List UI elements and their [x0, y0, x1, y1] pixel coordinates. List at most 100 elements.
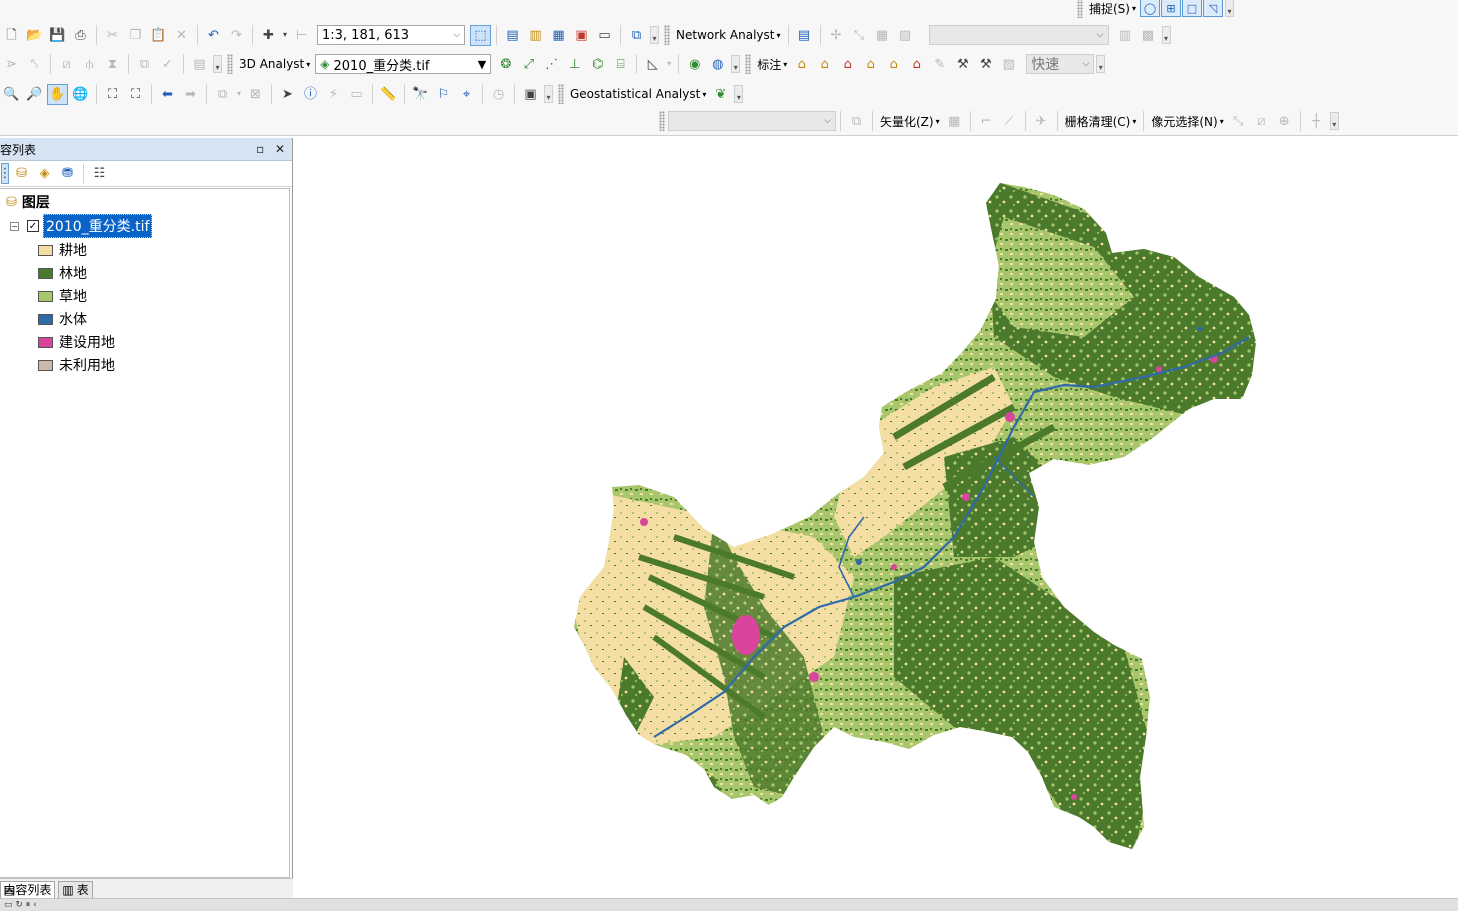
map-view[interactable] — [294, 137, 1458, 898]
legend-item[interactable]: 耕地 — [38, 239, 87, 261]
delete-icon[interactable]: ✕ — [171, 25, 192, 46]
toolbar-overflow-button[interactable]: ▾ — [1225, 0, 1234, 17]
identify-icon[interactable]: ⓘ — [300, 84, 321, 105]
toolbar-overflow-button[interactable]: ▾ — [1329, 112, 1339, 130]
search-window-icon[interactable]: ▦ — [548, 25, 569, 46]
legend-swatch[interactable] — [38, 336, 53, 348]
raster-snapping-icon[interactable]: ⧉ — [846, 111, 867, 132]
toolbar-overflow-button[interactable]: ▾ — [544, 85, 553, 103]
select-arrow-icon[interactable]: ➤ — [277, 84, 298, 105]
forward-arrow-icon[interactable]: ➡ — [180, 84, 201, 105]
toolbar-overflow-button[interactable]: ▾ — [213, 55, 222, 73]
labeling-menu[interactable]: 标注 ▾ — [754, 56, 790, 73]
line-of-sight-tool-icon[interactable]: ⌸ — [610, 54, 631, 75]
fixed-zoom-out-icon[interactable]: ⛶ — [125, 84, 146, 105]
list-by-selection-icon[interactable]: ⛃ — [57, 163, 78, 184]
select-connected-cells-icon[interactable]: ⤡ — [1228, 111, 1249, 132]
toolbar-overflow-button[interactable]: ▾ — [1161, 26, 1171, 44]
vectorization-trace-icon[interactable]: ⌐ — [976, 111, 997, 132]
network-properties-icon[interactable]: ▥ — [1115, 25, 1136, 46]
solve-icon[interactable]: ▧ — [895, 25, 916, 46]
contour-icon[interactable]: ⧄ — [56, 54, 77, 75]
raster-layer-combo[interactable]: ⌵ — [668, 111, 836, 131]
time-slider-icon[interactable]: ◷ — [488, 84, 509, 105]
toc-options-icon[interactable]: ☷ — [89, 163, 110, 184]
create-location-icon[interactable]: ✢ — [826, 25, 847, 46]
toolbar-grip[interactable] — [227, 54, 233, 74]
interpolate-line-tool-icon[interactable]: ⊥ — [564, 54, 585, 75]
interpolate-line-icon[interactable]: ⧗ — [102, 54, 123, 75]
interpolate-point-icon[interactable]: ⋰ — [541, 54, 562, 75]
editor-toolbar-icon[interactable]: ⬚ — [470, 24, 491, 46]
hyperlink-icon[interactable]: ⚡ — [323, 84, 344, 105]
arcglobe-icon[interactable]: ◍ — [707, 54, 728, 75]
list-by-source-icon[interactable]: ⛁ — [11, 163, 32, 184]
steepest-path-tool-icon[interactable]: ⤢ — [518, 54, 539, 75]
list-by-drawing-order-icon[interactable]: ⋮ — [0, 163, 12, 184]
toolbar-overflow-button[interactable]: ▾ — [1096, 55, 1106, 73]
binoculars-icon[interactable]: 🔭 — [410, 84, 431, 105]
toolbar-grip[interactable] — [1077, 0, 1083, 18]
measure-tool-icon[interactable]: 📏 — [378, 84, 399, 105]
table-of-contents-icon[interactable]: ▤ — [502, 25, 523, 46]
map-canvas[interactable] — [294, 137, 1458, 898]
report-icon[interactable]: ▤ — [189, 54, 210, 75]
find-connected-cells-icon[interactable]: ⧄ — [1251, 111, 1272, 132]
legend-item[interactable]: 建设用地 — [38, 331, 115, 353]
arcscene-icon[interactable]: ◉ — [684, 54, 705, 75]
copy-icon[interactable]: ❐ — [125, 25, 146, 46]
toolbar-grip[interactable] — [659, 111, 665, 131]
feature-icon[interactable]: ⧉ — [134, 54, 155, 75]
raster-line-width-icon[interactable]: ┼ — [1306, 111, 1327, 132]
snapping-menu[interactable]: 捕捉(S) ▾ — [1086, 0, 1139, 17]
select-dropdown-icon[interactable]: ▾ — [235, 84, 243, 105]
add-data-icon[interactable]: ✚ — [258, 25, 279, 46]
zoom-out-icon[interactable]: 🔎 — [24, 84, 45, 105]
undo-icon[interactable]: ↶ — [203, 25, 224, 46]
maximize-icon[interactable]: ▫ — [252, 142, 268, 156]
raster-cleanup-menu[interactable]: 栅格清理(C) ▾ — [1062, 113, 1140, 130]
list-by-visibility-icon[interactable]: ◈ — [34, 163, 55, 184]
cut-icon[interactable]: ✂ — [102, 25, 123, 46]
end-snap-icon[interactable]: ⊞ — [1161, 0, 1181, 17]
arctoolbox-icon[interactable]: ▣ — [571, 25, 592, 46]
collapse-icon[interactable]: − — [10, 221, 19, 231]
pan-hand-icon[interactable]: ✋ — [47, 83, 68, 105]
view-unplaced-labels-icon[interactable]: ⌂ — [906, 54, 927, 75]
label-weight-icon[interactable]: ⌂ — [837, 54, 858, 75]
profile-dropdown-icon[interactable]: ▾ — [665, 54, 673, 75]
edge-snap-icon[interactable]: ◹ — [1203, 0, 1223, 17]
find-route-icon[interactable]: ⚐ — [433, 84, 454, 105]
globe-icon[interactable]: 🌐 — [70, 84, 91, 105]
new-document-icon[interactable]: 🗋 — [1, 25, 22, 46]
layer-node[interactable]: − ✓ 2010_重分类.tif — [10, 214, 153, 238]
convert-labels-icon[interactable]: ✎ — [929, 54, 950, 75]
tab-table[interactable]: ▥ 表 — [58, 880, 93, 899]
toolbar-overflow-button[interactable]: ▾ — [650, 26, 659, 44]
legend-item[interactable]: 草地 — [38, 285, 87, 307]
add-data-dropdown-icon[interactable]: ▾ — [281, 25, 289, 46]
select-location-icon[interactable]: ⤡ — [849, 25, 870, 46]
3d-analyst-menu[interactable]: 3D Analyst ▾ — [236, 57, 313, 71]
html-popup-icon[interactable]: ▭ — [346, 84, 367, 105]
layer-name[interactable]: 2010_重分类.tif — [43, 214, 153, 238]
cell-area-icon[interactable]: ⊕ — [1274, 111, 1295, 132]
go-to-xy-icon[interactable]: ⌖ — [456, 84, 477, 105]
build-network-icon[interactable]: ▦ — [872, 25, 893, 46]
label-priority-icon[interactable]: ⌂ — [814, 54, 835, 75]
interpolate-polygon-icon[interactable]: ⌬ — [587, 54, 608, 75]
tab-contents[interactable]: ▤ 内容列表 — [0, 880, 56, 899]
open-folder-icon[interactable]: 📂 — [24, 25, 45, 46]
legend-swatch[interactable] — [38, 244, 53, 256]
toolbar-grip[interactable] — [745, 54, 752, 74]
legend-item[interactable]: 林地 — [38, 262, 87, 284]
vectorization-menu[interactable]: 矢量化(Z) ▾ — [877, 113, 943, 130]
select-features-icon[interactable]: ⧉ — [212, 84, 233, 105]
line-of-sight-icon[interactable]: ⋗ — [1, 54, 22, 75]
network-analyst-menu[interactable]: Network Analyst ▾ — [673, 28, 784, 42]
fixed-zoom-in-icon[interactable]: ⛶ — [102, 84, 123, 105]
legend-swatch[interactable] — [38, 267, 53, 279]
map-scale-combo[interactable]: 1:3, 181, 613 ⌵ — [317, 25, 465, 45]
label-manager-icon[interactable]: ⌂ — [791, 54, 812, 75]
network-window-icon[interactable]: ▤ — [794, 25, 815, 46]
